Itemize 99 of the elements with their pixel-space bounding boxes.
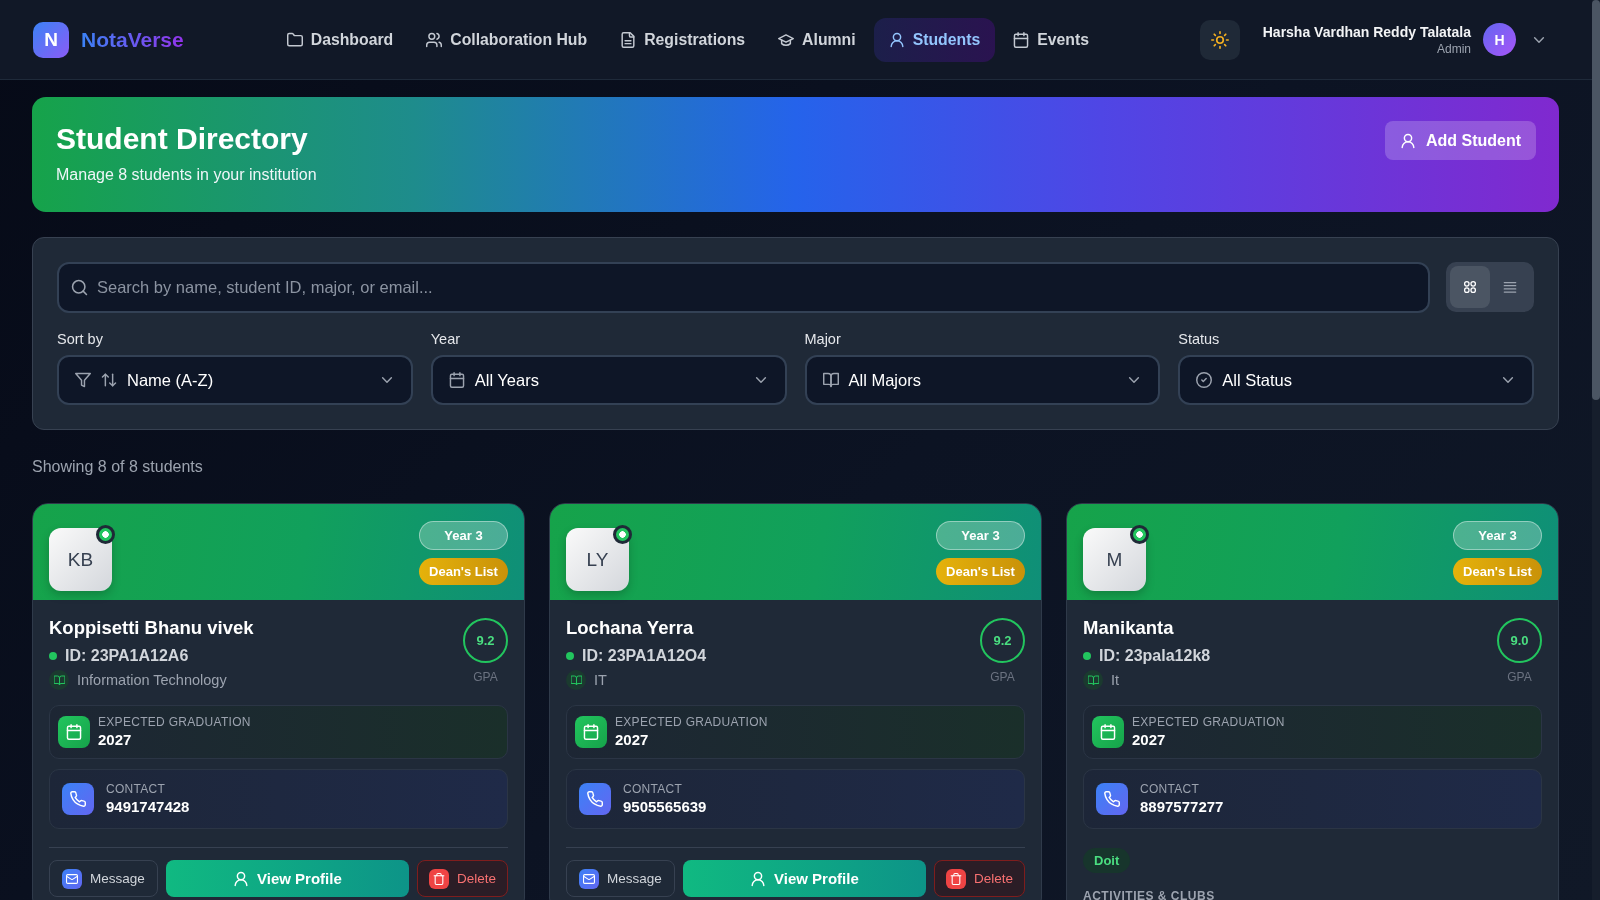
student-major: It bbox=[1111, 671, 1120, 690]
view-mode-button[interactable] bbox=[1450, 266, 1490, 308]
nav-link[interactable]: Collaboration Hub bbox=[411, 17, 603, 62]
user-icon bbox=[233, 870, 249, 887]
theme-toggle-button[interactable] bbox=[1199, 19, 1240, 60]
student-name: Koppisetti Bhanu vivek bbox=[49, 616, 254, 640]
book-icon bbox=[822, 372, 839, 388]
graduation-year: 2027 bbox=[98, 730, 133, 750]
phone-number: 9505565639 bbox=[623, 797, 707, 817]
user-name: Harsha Vardhan Reddy Talatala bbox=[1262, 22, 1471, 41]
contact-label: CONTACT bbox=[106, 781, 167, 797]
book-icon bbox=[566, 670, 586, 690]
results-count: Showing 8 of 8 students bbox=[32, 457, 204, 477]
trash-icon bbox=[945, 868, 966, 889]
filter-icon bbox=[75, 372, 91, 388]
nav-link[interactable]: Dashboard bbox=[271, 17, 409, 62]
year-badge: Year 3 bbox=[936, 521, 1025, 550]
year-badge: Year 3 bbox=[419, 521, 508, 550]
filter-dropdown[interactable]: All Status bbox=[1178, 355, 1534, 405]
folder-icon bbox=[286, 31, 303, 48]
delete-button[interactable]: Delete bbox=[933, 860, 1025, 897]
student-avatar: M bbox=[1083, 528, 1146, 591]
contact-label: CONTACT bbox=[1140, 781, 1201, 797]
scrollbar[interactable] bbox=[1592, 0, 1600, 900]
student-avatar: KB bbox=[49, 528, 112, 591]
page-title: Student Directory bbox=[56, 121, 309, 157]
honor-badge: Dean's List bbox=[936, 558, 1025, 585]
filter-dropdown[interactable]: Name (A-Z) bbox=[57, 355, 413, 405]
user-role: Admin bbox=[1437, 40, 1471, 57]
filter-label: Major bbox=[804, 330, 842, 349]
sun-icon bbox=[1210, 30, 1229, 49]
message-button[interactable]: Message bbox=[49, 860, 158, 897]
phone-icon bbox=[579, 783, 611, 815]
student-major: Information Technology bbox=[77, 671, 227, 690]
graduation-cap-icon bbox=[778, 31, 795, 48]
student-avatar: LY bbox=[566, 528, 629, 591]
gpa-label: GPA bbox=[1507, 669, 1532, 685]
student-id: ID: 23pala12k8 bbox=[1099, 646, 1211, 666]
nav-link[interactable]: Registrations bbox=[605, 17, 761, 62]
user-avatar[interactable]: H bbox=[1483, 23, 1516, 56]
user-icon bbox=[750, 870, 766, 887]
student-id: ID: 23PA1A12O4 bbox=[582, 646, 707, 666]
calendar-icon bbox=[575, 716, 607, 748]
calendar-icon bbox=[1092, 716, 1124, 748]
honor-badge: Dean's List bbox=[419, 558, 508, 585]
gpa-value: 9.0 bbox=[1497, 618, 1542, 663]
book-icon bbox=[49, 670, 69, 690]
club-tag: Doit bbox=[1083, 848, 1131, 873]
phone-number: 9491747428 bbox=[106, 797, 190, 817]
nav-link[interactable]: Students bbox=[873, 17, 996, 62]
gpa-value: 9.2 bbox=[463, 618, 508, 663]
student-id: ID: 23PA1A12A6 bbox=[65, 646, 189, 666]
book-icon bbox=[1083, 670, 1103, 690]
people-icon bbox=[426, 31, 443, 48]
message-button[interactable]: Message bbox=[566, 860, 675, 897]
graduation-label: EXPECTED GRADUATION bbox=[98, 714, 251, 730]
list-icon bbox=[1503, 280, 1517, 294]
nav-link[interactable]: Alumni bbox=[763, 17, 871, 62]
phone-icon bbox=[1096, 783, 1128, 815]
gpa-value: 9.2 bbox=[980, 618, 1025, 663]
graduation-year: 2027 bbox=[615, 730, 650, 750]
student-name: Lochana Yerra bbox=[566, 616, 695, 640]
filter-label: Year bbox=[430, 330, 462, 349]
honor-badge: Dean's List bbox=[1453, 558, 1542, 585]
graduation-year: 2027 bbox=[1132, 730, 1167, 750]
student-name: Manikanta bbox=[1083, 616, 1175, 640]
student-major: IT bbox=[594, 671, 607, 690]
section-heading: ACTIVITIES & CLUBS bbox=[1083, 888, 1216, 900]
user-icon bbox=[1399, 132, 1416, 149]
sort-arrows-icon bbox=[101, 372, 117, 388]
graduation-label: EXPECTED GRADUATION bbox=[1132, 714, 1285, 730]
logo-mark[interactable]: N bbox=[33, 21, 69, 58]
graduation-label: EXPECTED GRADUATION bbox=[615, 714, 768, 730]
document-icon bbox=[620, 31, 637, 48]
calendar-icon bbox=[58, 716, 90, 748]
year-badge: Year 3 bbox=[1453, 521, 1542, 550]
filter-dropdown[interactable]: All Years bbox=[430, 355, 787, 405]
trash-icon bbox=[428, 868, 449, 889]
envelope-icon bbox=[62, 868, 82, 889]
gpa-label: GPA bbox=[990, 669, 1015, 685]
search-field[interactable]: Search by name, student ID, major, or email... bbox=[57, 262, 1430, 313]
filter-dropdown[interactable]: All Majors bbox=[804, 355, 1161, 405]
calendar-icon bbox=[1013, 31, 1030, 48]
page-subtitle: Manage 8 students in your institution bbox=[56, 165, 317, 185]
check-circle-icon bbox=[1196, 372, 1213, 388]
phone-number: 8897577277 bbox=[1140, 797, 1224, 817]
envelope-icon bbox=[579, 868, 599, 889]
filter-label: Status bbox=[1178, 330, 1221, 349]
nav-link[interactable]: Events bbox=[998, 17, 1105, 62]
delete-button[interactable]: Delete bbox=[416, 860, 508, 897]
search-icon bbox=[71, 279, 88, 296]
user-icon bbox=[888, 31, 905, 48]
gpa-label: GPA bbox=[473, 669, 498, 685]
contact-label: CONTACT bbox=[623, 781, 684, 797]
grid-icon bbox=[1463, 280, 1477, 294]
phone-icon bbox=[62, 783, 94, 815]
filter-label: Sort by bbox=[57, 330, 104, 349]
calendar-icon bbox=[448, 372, 465, 388]
add-student-button[interactable]: Add Student bbox=[1384, 121, 1536, 160]
